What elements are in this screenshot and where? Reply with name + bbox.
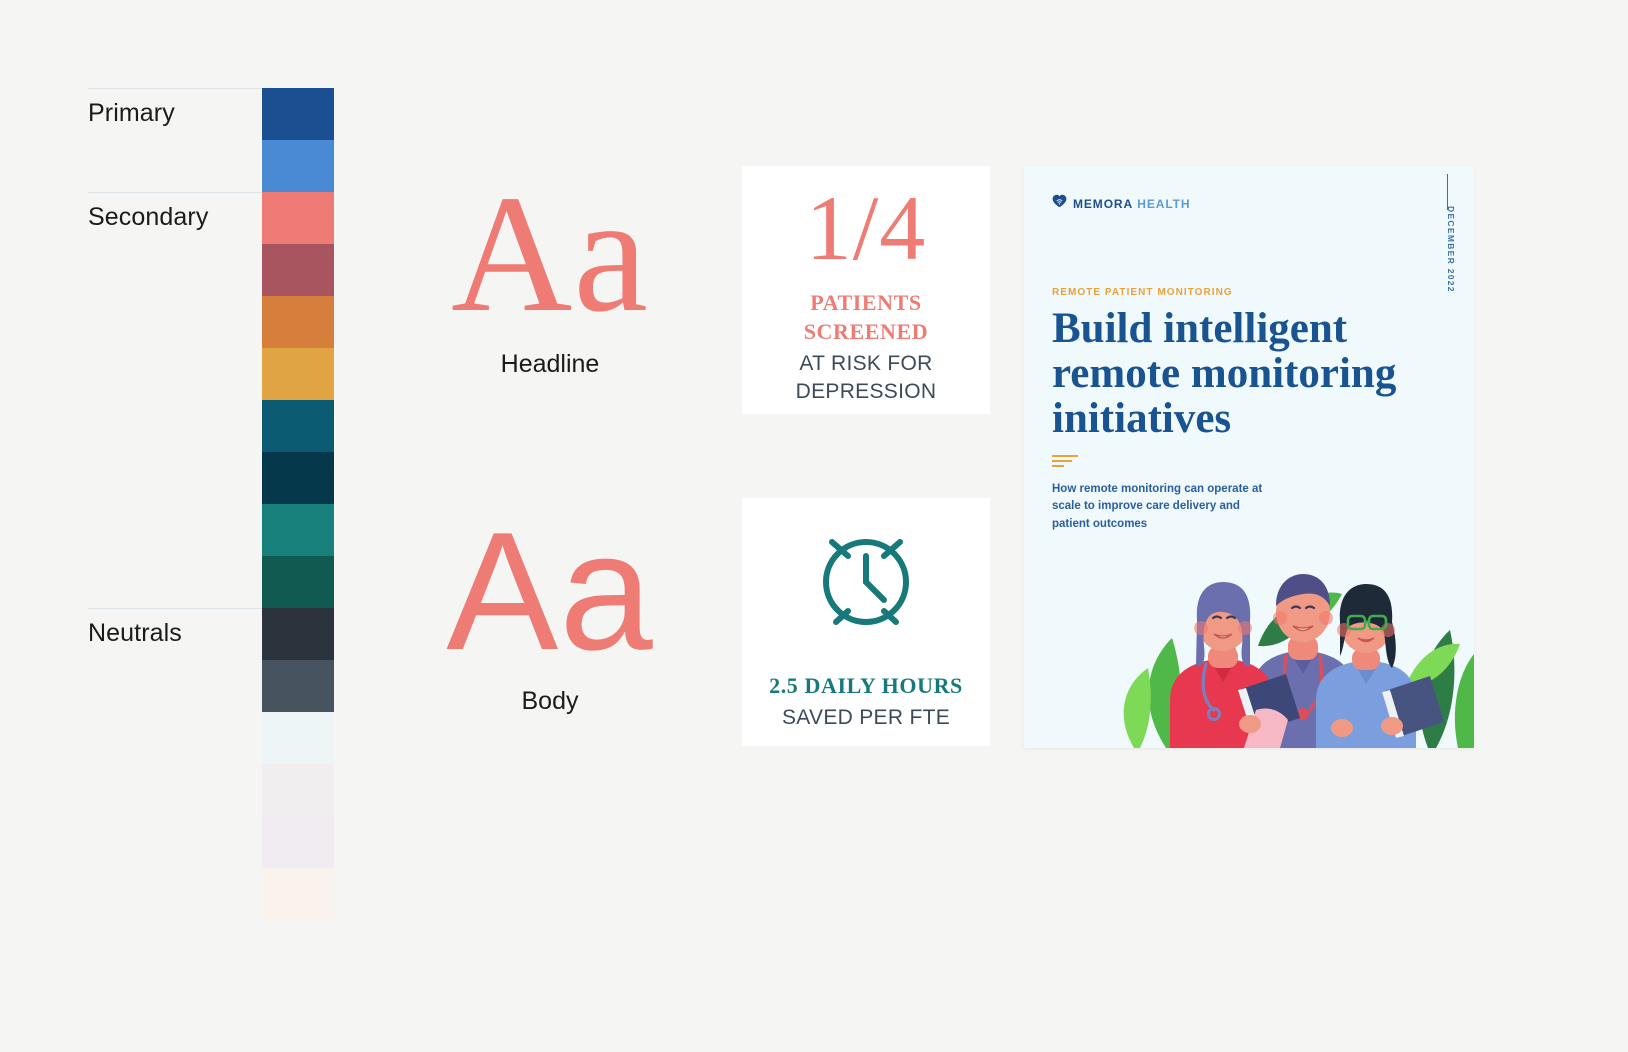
cover-divider-rule <box>1052 455 1078 470</box>
color-palette-section: Primary Secondary Neutrals <box>88 88 334 920</box>
alarm-clock-icon <box>802 512 930 645</box>
swatch-neutral-lavender[interactable] <box>262 816 334 868</box>
palette-group-label: Neutrals <box>88 619 182 647</box>
typography-headline-block: Aa Headline <box>420 170 680 379</box>
swatch-primary-medium-blue[interactable] <box>262 140 334 192</box>
swatch-neutral-slate[interactable] <box>262 660 334 712</box>
swatch-secondary-gold[interactable] <box>262 348 334 400</box>
stat-emphasis-text: PATIENTS SCREENED <box>804 288 929 346</box>
palette-group-labels: Primary Secondary Neutrals <box>88 88 264 916</box>
headline-type-caption: Headline <box>500 350 600 378</box>
swatch-neutral-warm-gray[interactable] <box>262 764 334 816</box>
stat-card-patients-screened: 1/4 PATIENTS SCREENED AT RISK FOR DEPRES… <box>742 166 990 414</box>
stat-value: 1/4 <box>805 176 927 279</box>
palette-group-label: Secondary <box>88 203 209 231</box>
palette-group-neutrals: Neutrals <box>88 608 264 916</box>
stat-subtext-line: DEPRESSION <box>795 380 937 404</box>
swatch-secondary-dark-teal[interactable] <box>262 452 334 504</box>
palette-group-primary: Primary <box>88 88 264 192</box>
color-swatch-column <box>262 88 334 920</box>
stat-emphasis-line: PATIENTS <box>810 289 922 315</box>
report-cover-mockup: MEMORA HEALTH DECEMBER 2022 REMOTE PATIE… <box>1024 166 1474 748</box>
stat-subtext-line: SAVED PER FTE <box>781 705 951 729</box>
stat-subtext-line: AT RISK FOR <box>799 351 933 375</box>
logo-suffix-value: HEALTH <box>1137 196 1191 211</box>
headline-type-sample: Aa <box>451 161 649 347</box>
body-type-caption: Body <box>521 687 579 715</box>
heart-wifi-icon <box>1052 194 1067 213</box>
swatch-secondary-teal-blue[interactable] <box>262 400 334 452</box>
typography-section: Aa Headline Aa Body <box>420 170 680 716</box>
swatch-neutral-cream[interactable] <box>262 868 334 920</box>
swatch-secondary-coral[interactable] <box>262 192 334 244</box>
palette-group-secondary: Secondary <box>88 192 264 608</box>
stat-subtext: SAVED PER FTE <box>782 704 950 732</box>
swatch-primary-deep-blue[interactable] <box>262 88 334 140</box>
cover-accent-tick <box>1447 174 1448 210</box>
cover-date-label: DECEMBER 2022 <box>1446 206 1456 293</box>
swatch-neutral-ice-blue[interactable] <box>262 712 334 764</box>
swatch-secondary-dusty-rose[interactable] <box>262 244 334 296</box>
typography-body-block: Aa Body <box>420 507 680 716</box>
stat-card-hours-saved: 2.5 DAILY HOURS SAVED PER FTE <box>742 498 990 746</box>
swatch-secondary-orange[interactable] <box>262 296 334 348</box>
cover-title: Build intelligent remote monitoring init… <box>1052 305 1397 443</box>
stat-emphasis-line: SCREENED <box>803 318 929 344</box>
swatch-secondary-forest-green[interactable] <box>262 556 334 608</box>
three-healthcare-workers-illustration <box>1123 574 1474 748</box>
logo-brand-text: MEMORA <box>1073 196 1134 211</box>
swatch-secondary-teal-green[interactable] <box>262 504 334 556</box>
stat-emphasis-line: 2.5 DAILY HOURS <box>769 672 963 698</box>
swatch-neutral-charcoal[interactable] <box>262 608 334 660</box>
stat-emphasis-text: 2.5 DAILY HOURS <box>769 671 963 700</box>
cover-eyebrow-label: REMOTE PATIENT MONITORING <box>1052 287 1233 298</box>
stat-subtext: AT RISK FOR DEPRESSION <box>796 350 937 406</box>
logo-wordmark: MEMORA HEALTH <box>1073 197 1190 211</box>
palette-group-label: Primary <box>88 99 175 127</box>
memora-health-logo: MEMORA HEALTH <box>1052 194 1190 213</box>
body-type-sample: Aa <box>446 497 654 685</box>
